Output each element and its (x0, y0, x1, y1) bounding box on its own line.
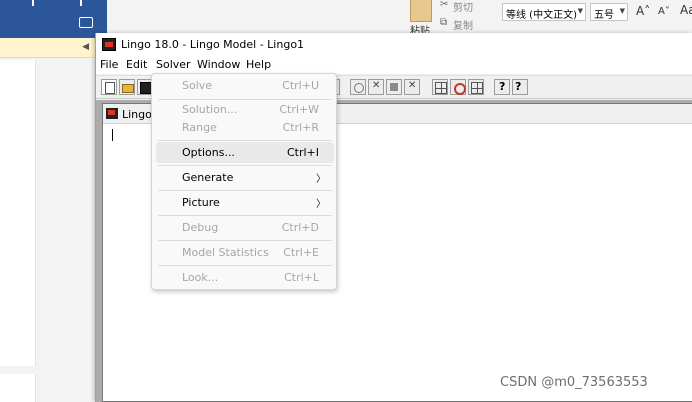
menu-separator (158, 190, 332, 191)
font-size-value: 五号 (594, 10, 614, 21)
menu-separator (158, 215, 332, 216)
chevron-left-icon[interactable]: ◀ (82, 42, 89, 52)
menu-item-label: Model Statistics (182, 246, 269, 259)
word-page-area (0, 60, 36, 366)
toolbar-cross-box-icon[interactable] (404, 79, 420, 95)
word-ribbon: 粘贴 ✂ 剪切 ⧉ 复制 等线 (中文正文) ▼ 五号 ▼ A˄ A˅ Aa (107, 0, 692, 37)
cut-label[interactable]: 剪切 (453, 0, 473, 14)
menu-separator (158, 140, 332, 141)
word-page-area-lower (0, 374, 36, 402)
help-icon[interactable] (494, 79, 510, 95)
menu-item-label: Solution... (182, 103, 238, 116)
csdn-watermark: CSDN @m0_73563553 (500, 375, 648, 390)
font-size-select[interactable]: 五号 ▼ (590, 3, 628, 21)
menu-item-shortcut: Ctrl+I (286, 146, 319, 159)
toolbar-close-solver-icon[interactable] (368, 79, 384, 95)
comment-icon[interactable] (79, 17, 93, 28)
menu-solver[interactable]: Solver (156, 58, 191, 71)
menu-file[interactable]: File (100, 58, 118, 71)
menu-item-label: Range (182, 121, 217, 134)
shrink-font-button[interactable]: A˅ (658, 6, 670, 17)
menu-item-debug[interactable]: Debug Ctrl+D (156, 217, 334, 238)
text-cursor (112, 129, 113, 141)
title-bar-marker (80, 0, 82, 6)
menu-separator (158, 240, 332, 241)
chevron-down-icon: ▼ (577, 7, 583, 15)
toolbar-grid-icon[interactable] (468, 79, 484, 95)
chevron-right-icon: 〉 (316, 174, 326, 185)
toolbar-block-icon[interactable] (386, 79, 402, 95)
change-case-button[interactable]: Aa (680, 3, 692, 17)
menu-item-generate[interactable]: Generate 〉 (156, 167, 334, 188)
new-file-icon[interactable] (101, 79, 117, 95)
menu-item-model-statistics[interactable]: Model Statistics Ctrl+E (156, 242, 334, 263)
menu-item-picture[interactable]: Picture 〉 (156, 192, 334, 213)
title-bar-marker (32, 0, 34, 6)
menu-item-shortcut: Ctrl+E (283, 246, 319, 259)
menu-item-label: Generate (182, 171, 234, 184)
word-title-bar (0, 0, 107, 38)
font-name-value: 等线 (中文正文) (506, 10, 577, 21)
menu-item-shortcut: Ctrl+W (279, 103, 319, 116)
toolbar-target-icon[interactable] (350, 79, 366, 95)
menu-item-label: Picture (182, 196, 220, 209)
window-title: Lingo 18.0 - Lingo Model - Lingo1 (121, 38, 305, 51)
menu-item-label: Options... (182, 146, 235, 159)
toolbar-tile-icon[interactable] (432, 79, 448, 95)
menu-item-shortcut: Ctrl+U (282, 79, 319, 92)
copy-label[interactable]: 复制 (453, 17, 473, 32)
menu-item-shortcut: Ctrl+L (284, 271, 319, 284)
open-folder-icon[interactable] (119, 79, 135, 95)
menu-item-label: Debug (182, 221, 219, 234)
paste-icon[interactable] (410, 0, 432, 22)
menu-edit[interactable]: Edit (126, 58, 147, 71)
menu-separator (158, 165, 332, 166)
context-help-icon[interactable] (512, 79, 528, 95)
solver-menu-dropdown: Solve Ctrl+U Solution... Ctrl+W Range Ct… (151, 73, 337, 290)
word-background-left: ◀ (0, 0, 107, 402)
toolbar-red-target-icon[interactable] (450, 79, 466, 95)
menu-item-look[interactable]: Look... Ctrl+L (156, 267, 334, 288)
menu-item-label: Look... (182, 271, 219, 284)
chevron-down-icon: ▼ (619, 7, 625, 15)
font-name-select[interactable]: 等线 (中文正文) ▼ (502, 3, 586, 21)
lingo-doc-icon (106, 108, 118, 119)
lingo-title-bar[interactable]: Lingo 18.0 - Lingo Model - Lingo1 (96, 33, 692, 56)
menu-help[interactable]: Help (246, 58, 271, 71)
menu-item-range[interactable]: Range Ctrl+R (156, 117, 334, 138)
menu-item-shortcut: Ctrl+D (281, 221, 319, 234)
menu-item-solve[interactable]: Solve Ctrl+U (156, 75, 334, 96)
menu-window[interactable]: Window (197, 58, 240, 71)
menu-item-shortcut: Ctrl+R (282, 121, 319, 134)
lingo-app-icon[interactable] (102, 38, 116, 51)
menu-item-label: Solve (182, 79, 213, 92)
menu-bar: File Edit Solver Window Help (96, 56, 692, 74)
model-window-title: Lingo (122, 108, 152, 121)
copy-icon[interactable]: ⧉ (440, 17, 447, 28)
grow-font-button[interactable]: A˄ (636, 4, 650, 18)
scissors-icon[interactable]: ✂ (440, 0, 448, 10)
chevron-right-icon: 〉 (316, 199, 326, 210)
menu-item-options[interactable]: Options... Ctrl+I (156, 142, 334, 163)
menu-separator (158, 265, 332, 266)
word-notification-bar: ◀ (0, 38, 95, 58)
